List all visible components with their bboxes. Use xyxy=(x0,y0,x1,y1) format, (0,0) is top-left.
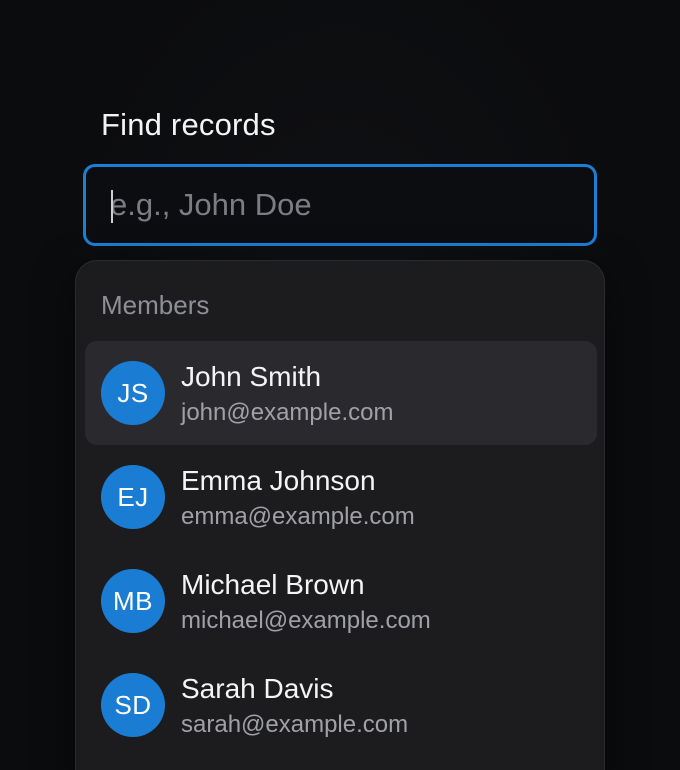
option-name: John Smith xyxy=(181,361,322,392)
avatar: JS xyxy=(101,361,165,425)
suggestions-dropdown: Members JS John Smith john@example.com E… xyxy=(75,260,605,770)
option-name: Sarah Davis xyxy=(181,673,334,704)
option-email: john@example.com xyxy=(181,399,394,426)
option-sarah-davis[interactable]: SD Sarah Davis sarah@example.com xyxy=(85,653,597,757)
option-name: Michael Brown xyxy=(181,569,365,600)
avatar: MB xyxy=(101,569,165,633)
search-box[interactable] xyxy=(83,164,597,246)
page: Find records Members JS John Smith john@… xyxy=(0,0,680,770)
search-input[interactable] xyxy=(86,167,594,243)
text-caret xyxy=(111,190,113,223)
option-email: michael@example.com xyxy=(181,607,431,634)
option-name: Emma Johnson xyxy=(181,465,376,496)
avatar: EJ xyxy=(101,465,165,529)
option-michael-brown[interactable]: MB Michael Brown michael@example.com xyxy=(85,549,597,653)
option-john-smith[interactable]: JS John Smith john@example.com xyxy=(85,341,597,445)
group-label: Members xyxy=(101,290,210,320)
option-emma-johnson[interactable]: EJ Emma Johnson emma@example.com xyxy=(85,445,597,549)
search-label: Find records xyxy=(101,107,276,142)
avatar: SD xyxy=(101,673,165,737)
option-email: sarah@example.com xyxy=(181,711,409,738)
option-email: emma@example.com xyxy=(181,503,415,530)
